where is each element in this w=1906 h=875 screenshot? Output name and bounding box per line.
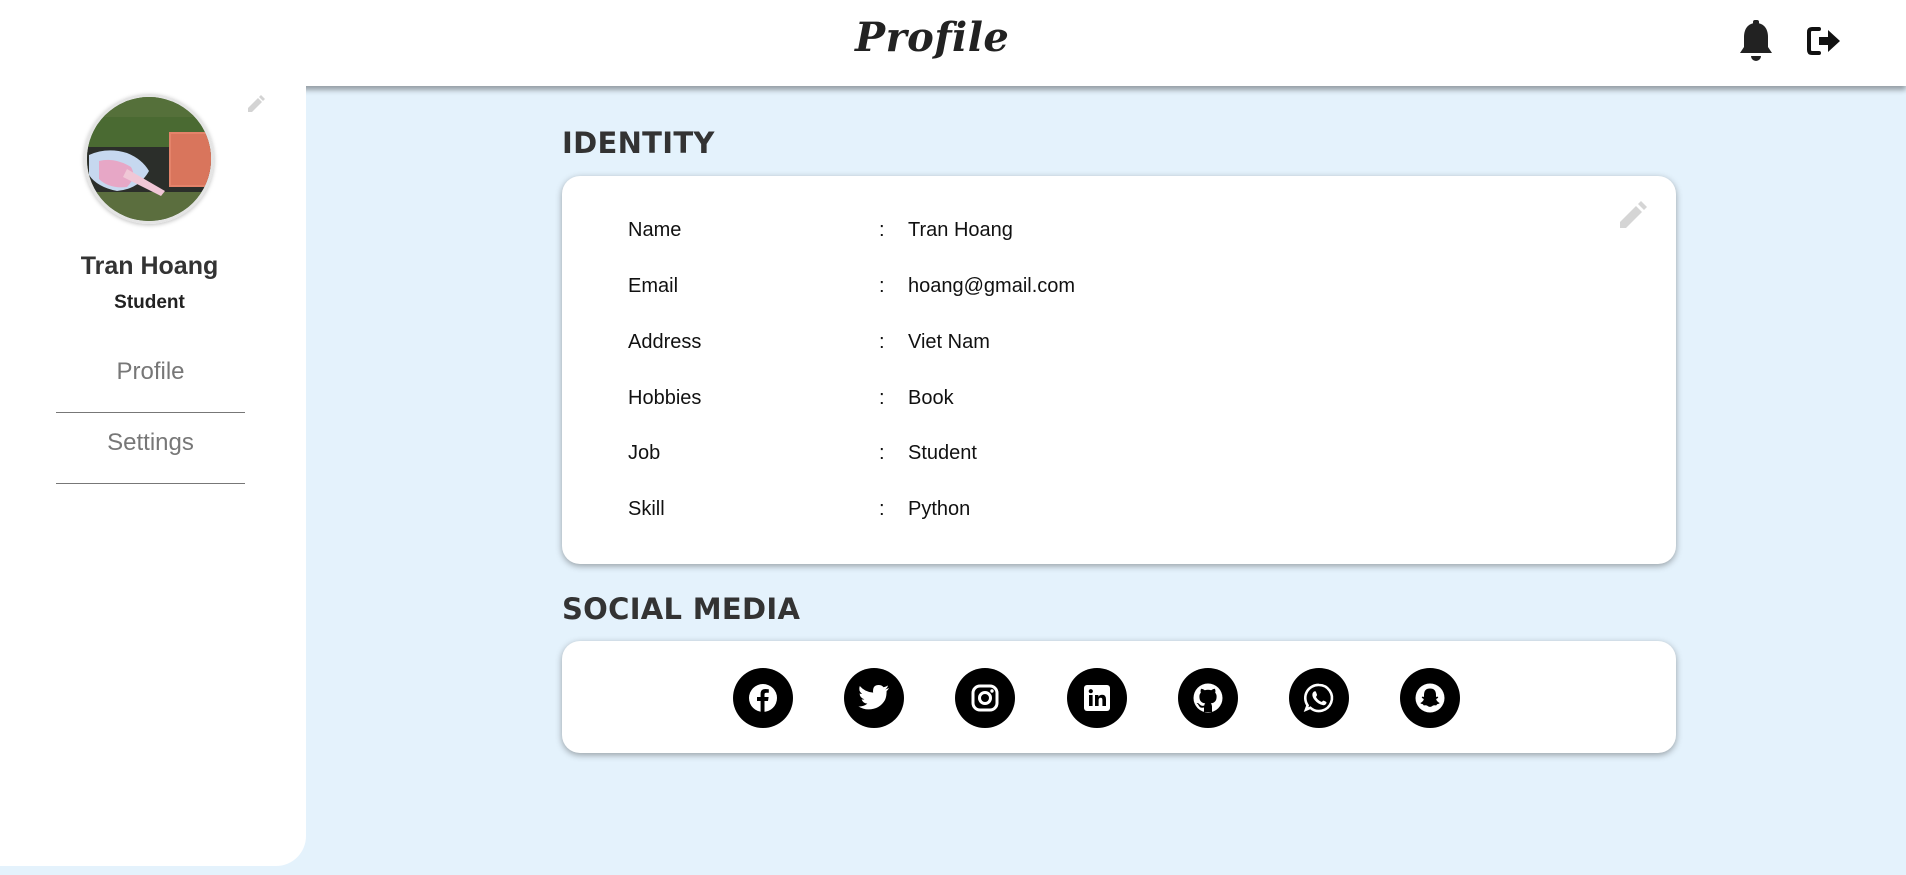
identity-row-hobbies: Hobbies : Book [562, 387, 1676, 419]
row-value: Book [908, 387, 954, 409]
row-separator: : [879, 498, 885, 520]
linkedin-icon[interactable] [1067, 668, 1127, 728]
row-value: Python [908, 498, 971, 520]
avatar[interactable] [84, 94, 214, 224]
identity-card: Name : Tran Hoang Email : hoang@gmail.co… [562, 176, 1676, 564]
facebook-icon[interactable] [733, 668, 793, 728]
social-media-heading: SOCIAL MEDIA [562, 592, 801, 626]
row-separator: : [879, 331, 885, 353]
row-separator: : [879, 219, 885, 241]
row-label: Email [628, 275, 679, 297]
row-label: Hobbies [628, 387, 702, 409]
sidebar: Tran Hoang Student Profile Settings [0, 86, 306, 866]
row-value: hoang@gmail.com [908, 275, 1076, 297]
instagram-icon[interactable] [955, 668, 1015, 728]
identity-row-skill: Skill : Python [562, 498, 1676, 530]
whatsapp-icon[interactable] [1289, 668, 1349, 728]
edit-avatar-pencil-icon[interactable] [245, 93, 267, 115]
identity-row-name: Name : Tran Hoang [562, 219, 1676, 251]
row-value: Tran Hoang [908, 219, 1013, 241]
row-value: Student [908, 442, 977, 464]
twitter-icon[interactable] [844, 668, 904, 728]
user-name: Tran Hoang [80, 252, 219, 280]
row-separator: : [879, 387, 885, 409]
bell-icon[interactable] [1734, 18, 1778, 64]
identity-row-address: Address : Viet Nam [562, 331, 1676, 363]
row-value: Viet Nam [908, 331, 990, 353]
row-separator: : [879, 442, 885, 464]
row-label: Address [628, 331, 702, 353]
identity-row-email: Email : hoang@gmail.com [562, 275, 1676, 307]
identity-heading: IDENTITY [562, 126, 715, 160]
sidebar-item-profile[interactable]: Profile [56, 343, 245, 413]
page-title: Profile [855, 14, 1010, 61]
row-separator: : [879, 275, 885, 297]
top-header: Profile [0, 0, 1906, 86]
sidebar-item-settings[interactable]: Settings [56, 414, 245, 484]
social-media-card [562, 641, 1676, 753]
row-label: Name [628, 219, 682, 241]
sign-out-icon[interactable] [1803, 18, 1847, 64]
row-label: Job [628, 442, 661, 464]
snapchat-icon[interactable] [1400, 668, 1460, 728]
row-label: Skill [628, 498, 665, 520]
identity-row-job: Job : Student [562, 442, 1676, 474]
user-role: Student [114, 292, 185, 313]
github-icon[interactable] [1178, 668, 1238, 728]
